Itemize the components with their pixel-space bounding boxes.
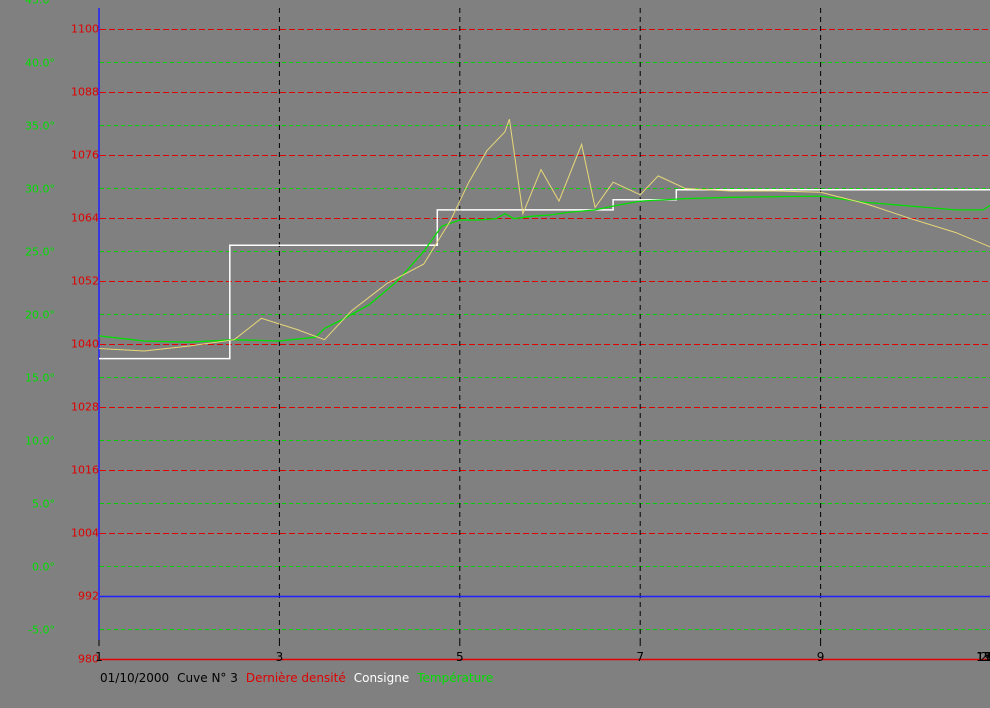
chart-canvas: 45.0°40.0°35.0°30.0°25.0°20.0°15.0°10.0°… [25,0,990,666]
legend-date: 01/10/2000 [100,671,170,685]
density-tick-label: 992 [78,590,99,603]
legend-consigne: Consigne [353,671,410,685]
density-tick-label: 1076 [71,149,99,162]
temperature-tick-label: 15.0° [25,372,55,385]
x-tick-label: 7 [636,650,644,664]
series-line-derni-re-densit- [98,119,990,352]
temperature-tick-label: 30.0° [25,183,55,196]
temperature-tick-label: 40.0° [25,57,55,70]
temperature-tick-label: 0.0° [32,561,55,574]
temperature-tick-label: -5.0° [28,624,55,637]
legend-derniere-densite: Dernière densité [245,671,346,685]
x-tick-label: 3 [276,650,284,664]
temperature-tick-label: 45.0° [25,0,55,7]
temperature-tick-label: 20.0° [25,309,55,322]
x-tick-label: 5 [456,650,464,664]
x-tick-label: 2 [980,650,988,664]
chart-axes [98,8,990,661]
density-tick-label: 1100 [71,23,99,36]
density-tick-label: 1040 [71,338,99,351]
density-tick-label: 1004 [71,527,99,540]
density-tick-label: 1016 [71,464,99,477]
density-tick-label: 1028 [71,401,99,414]
density-axis-labels: 1100108810761064105210401028101610049929… [71,23,99,666]
temperature-tick-label: 25.0° [25,246,55,259]
x-axis-labels: 1 3 5 7 9 11131517192 [95,650,990,664]
density-tick-label: 1088 [71,86,99,99]
legend-temperature: Température [417,671,494,685]
vertical-gridlines [278,8,822,640]
density-tick-label: 1052 [71,275,99,288]
temperature-tick-label: 5.0° [32,498,55,511]
temperature-axis-labels: 45.0° 40.0° 35.0° 30.0° 25.0° 20.0° 15.0° 10.0°… [25,0,55,637]
temperature-tick-label: 10.0° [25,435,55,448]
legend-tank: Cuve N° 3 [177,671,238,685]
chart-legend: 01/10/2000 Cuve N° 3 Dernière densité Consi… [100,671,501,685]
x-tick-label: 9 [817,650,825,664]
x-tick-label: 1 [95,650,103,664]
series-line-temp-rature [98,195,990,343]
density-tick-label: 1064 [71,212,99,225]
horizontal-gridlines [100,29,990,630]
temperature-tick-label: 35.0° [25,120,55,133]
